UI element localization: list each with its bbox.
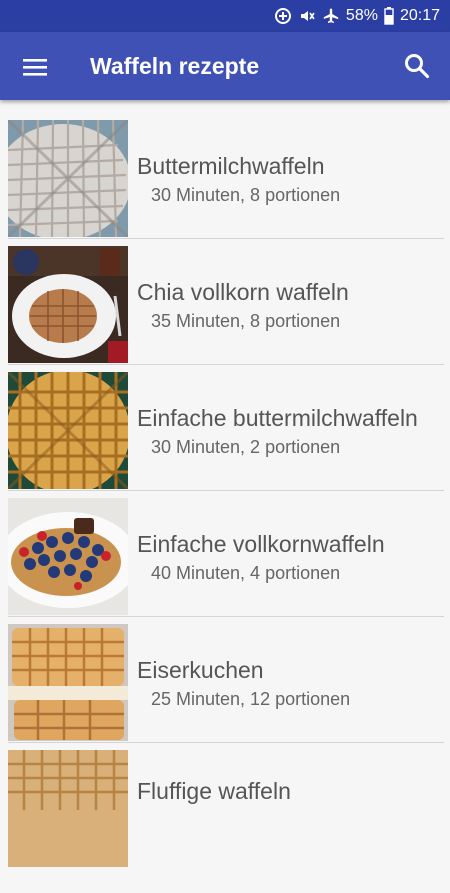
recipe-name: Fluffige waffeln <box>137 778 291 804</box>
recipe-image <box>8 120 128 237</box>
list-item[interactable]: Buttermilchwaffeln 30 Minuten, 8 portion… <box>0 100 450 237</box>
clock: 20:17 <box>399 7 440 24</box>
recipe-meta: 30 Minuten, 2 portionen <box>151 437 341 457</box>
recipe-meta: 25 Minuten, 12 portionen <box>151 689 351 709</box>
mute-icon <box>298 7 316 25</box>
search-icon <box>405 54 430 79</box>
airplane-icon <box>322 7 340 25</box>
menu-button[interactable] <box>20 52 50 82</box>
recipe-name: Chia vollkorn waffeln <box>137 279 349 305</box>
recipe-meta: 35 Minuten, 8 portionen <box>151 311 341 331</box>
search-button[interactable] <box>402 51 432 81</box>
app-bar: Waffeln rezepte <box>0 32 450 100</box>
battery-percent: 58% <box>345 7 378 24</box>
recipe-name: Eiserkuchen <box>137 657 264 683</box>
recipe-meta: 30 Minuten, 8 portionen <box>151 185 341 205</box>
list-item[interactable]: Chia vollkorn waffeln 35 Minuten, 8 port… <box>0 226 450 363</box>
recipe-image <box>8 750 128 867</box>
recipe-image <box>8 246 128 363</box>
recipe-name: Buttermilchwaffeln <box>137 153 325 179</box>
list-item[interactable]: Fluffige waffeln <box>0 730 450 867</box>
list-item[interactable]: Einfache buttermilchwaffeln 30 Minuten, … <box>0 352 450 489</box>
list-item[interactable]: Einfache vollkornwaffeln 40 Minuten, 4 p… <box>0 478 450 615</box>
recipe-image <box>8 498 128 615</box>
recipe-name: Einfache buttermilchwaffeln <box>137 405 418 431</box>
list-item[interactable]: Eiserkuchen 25 Minuten, 12 portionen <box>0 604 450 741</box>
status-bar: 58% 20:17 <box>0 0 450 32</box>
recipe-image <box>8 624 128 741</box>
battery-icon <box>384 7 394 25</box>
hamburger-icon <box>23 59 47 76</box>
recipe-name: Einfache vollkornwaffeln <box>137 531 385 557</box>
page-title: Waffeln rezepte <box>90 53 260 79</box>
recipe-image <box>8 372 128 489</box>
recipe-meta: 40 Minuten, 4 portionen <box>151 563 341 583</box>
data-saver-icon <box>274 7 292 25</box>
